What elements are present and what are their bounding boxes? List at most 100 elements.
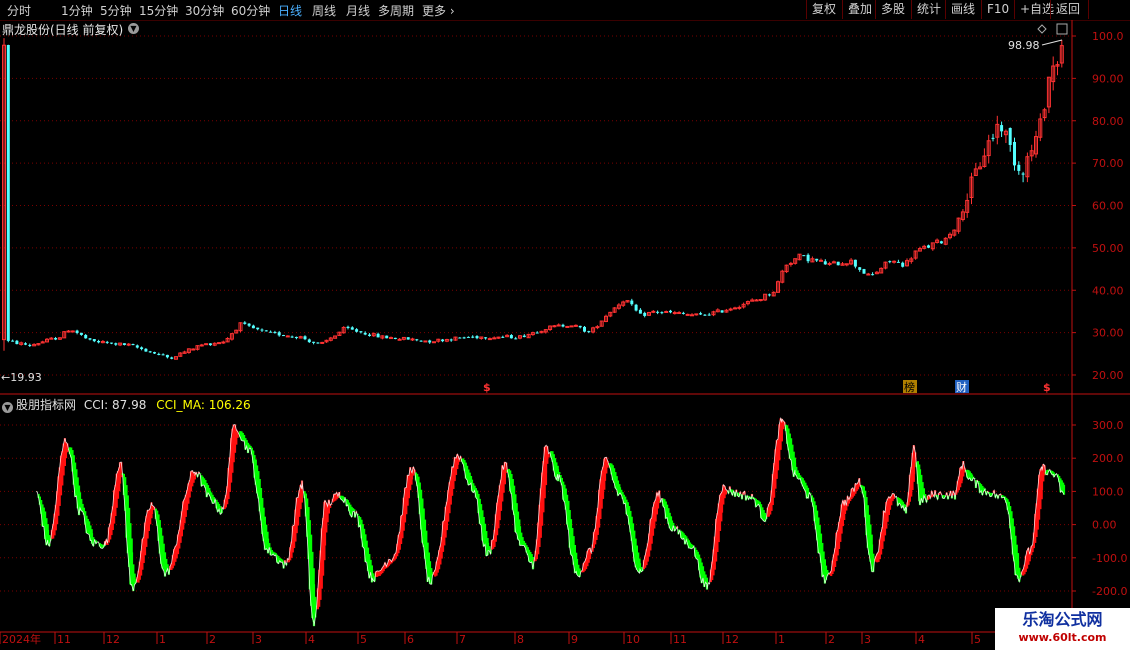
- low-price-label: ←19.93: [1, 371, 42, 384]
- candle-body: [643, 312, 647, 316]
- candle-body: [630, 300, 634, 305]
- candle-body: [449, 339, 453, 341]
- candle-body: [208, 343, 212, 346]
- candle-body: [660, 312, 664, 314]
- candle-body: [587, 331, 591, 333]
- candle-body: [114, 343, 118, 345]
- candle-body: [471, 336, 475, 338]
- candle-body: [277, 332, 281, 336]
- candle-body: [11, 340, 15, 342]
- candle-body: [487, 338, 492, 341]
- stock-title[interactable]: 鼎龙股份(日线 前复权): [2, 21, 123, 38]
- candle-body: [320, 341, 325, 344]
- candle-body: [316, 342, 320, 344]
- candle-body: [754, 299, 759, 302]
- candle-body: [737, 306, 742, 309]
- price-tick-label: 50.00: [1092, 242, 1124, 255]
- candle-body: [484, 337, 488, 339]
- candle-body: [144, 348, 148, 352]
- candle-body: [1017, 164, 1021, 171]
- high-arrow: [1041, 39, 1063, 46]
- high-price-label: 98.98: [1008, 39, 1040, 52]
- candle-body: [88, 338, 92, 340]
- price-axis: 100.0 90.00 80.00 70.00 60.00 50.00 40.00 30.00…: [0, 20, 1130, 632]
- candle-body: [269, 331, 273, 333]
- indicator-tick-label: 0.00: [1092, 519, 1117, 532]
- candle-body: [806, 254, 810, 262]
- price-tick-label: 70.00: [1092, 157, 1124, 170]
- candle-body: [561, 324, 565, 327]
- indicator-gridlines: [0, 424, 1072, 592]
- candle-body: [423, 340, 428, 343]
- date-tick-label: 3: [255, 633, 262, 646]
- candle-body: [578, 325, 582, 328]
- candle-body: [131, 344, 135, 346]
- date-tick-label: 2: [828, 633, 835, 646]
- candle-body: [939, 241, 943, 244]
- price-gridlines: [0, 35, 1072, 376]
- chevron-down-icon[interactable]: ▼: [2, 402, 13, 413]
- candle-body: [307, 339, 311, 343]
- candle-body: [991, 137, 995, 139]
- date-tick-label: 4: [308, 633, 315, 646]
- date-tick-label: 8: [517, 633, 524, 646]
- candle-body: [217, 342, 221, 345]
- candle-body: [191, 348, 196, 351]
- candle-body: [901, 262, 905, 267]
- date-tick-label: 1: [159, 633, 166, 646]
- candle-body: [406, 337, 410, 340]
- candle-body: [415, 339, 419, 341]
- candle-body: [441, 339, 445, 342]
- candle-body: [788, 262, 793, 265]
- candle-body: [669, 310, 672, 313]
- candle-body: [552, 325, 557, 328]
- candle-body: [432, 341, 436, 344]
- candle-body: [569, 325, 574, 328]
- candle-body: [672, 312, 677, 315]
- candle-body: [522, 335, 526, 338]
- indicator-name[interactable]: 股朋指标网: [16, 398, 76, 412]
- candle-body: [685, 313, 690, 316]
- candle-body: [290, 336, 294, 338]
- candle-body: [135, 345, 139, 348]
- candle-body: [823, 261, 827, 265]
- candle-body: [656, 311, 660, 313]
- diamond-icon: [1037, 24, 1047, 34]
- candle-body: [888, 261, 892, 263]
- price-tick-label: 30.00: [1092, 327, 1124, 340]
- candle-body: [126, 343, 131, 346]
- watermark-url: www.60lt.com: [1018, 631, 1107, 644]
- candle-body: [350, 327, 354, 330]
- candle-body: [492, 337, 497, 340]
- price-tick-label: 90.00: [1092, 72, 1124, 85]
- chart-canvas[interactable]: 100.090.0080.0070.0060.0050.0040.0030.00…: [0, 0, 1130, 650]
- candle-body: [54, 338, 58, 340]
- candle-body: [92, 339, 96, 342]
- candle-body: [767, 294, 771, 296]
- event-dollar-marker: $: [1043, 381, 1051, 394]
- candle-body: [282, 335, 285, 337]
- price-tick-label: 60.00: [1092, 200, 1124, 213]
- candle-body: [733, 307, 737, 310]
- candle-body: [802, 255, 806, 257]
- candle-body: [858, 267, 862, 270]
- candle-body: [359, 331, 363, 333]
- date-tick-label: 11: [673, 633, 687, 646]
- candle-body: [466, 336, 470, 338]
- date-tick-label: 5: [974, 633, 981, 646]
- candle-body: [583, 326, 586, 332]
- candle-body: [475, 336, 479, 339]
- date-tick-label: 4: [918, 633, 925, 646]
- candle-body: [634, 304, 638, 311]
- chevron-down-icon[interactable]: ▼: [128, 23, 139, 34]
- candle-body: [355, 329, 359, 332]
- candle-body: [1021, 173, 1025, 175]
- chart-annotations: 98.98 ←19.93 $ $ 榜 财: [1, 23, 1068, 394]
- candle-body: [927, 245, 930, 248]
- indicator-tick-label: -100.0: [1092, 552, 1127, 565]
- candle-body: [70, 330, 75, 333]
- candle-body: [896, 261, 900, 263]
- candle-body: [836, 261, 840, 266]
- date-tick-label: 1: [778, 633, 785, 646]
- candle-body: [97, 340, 101, 343]
